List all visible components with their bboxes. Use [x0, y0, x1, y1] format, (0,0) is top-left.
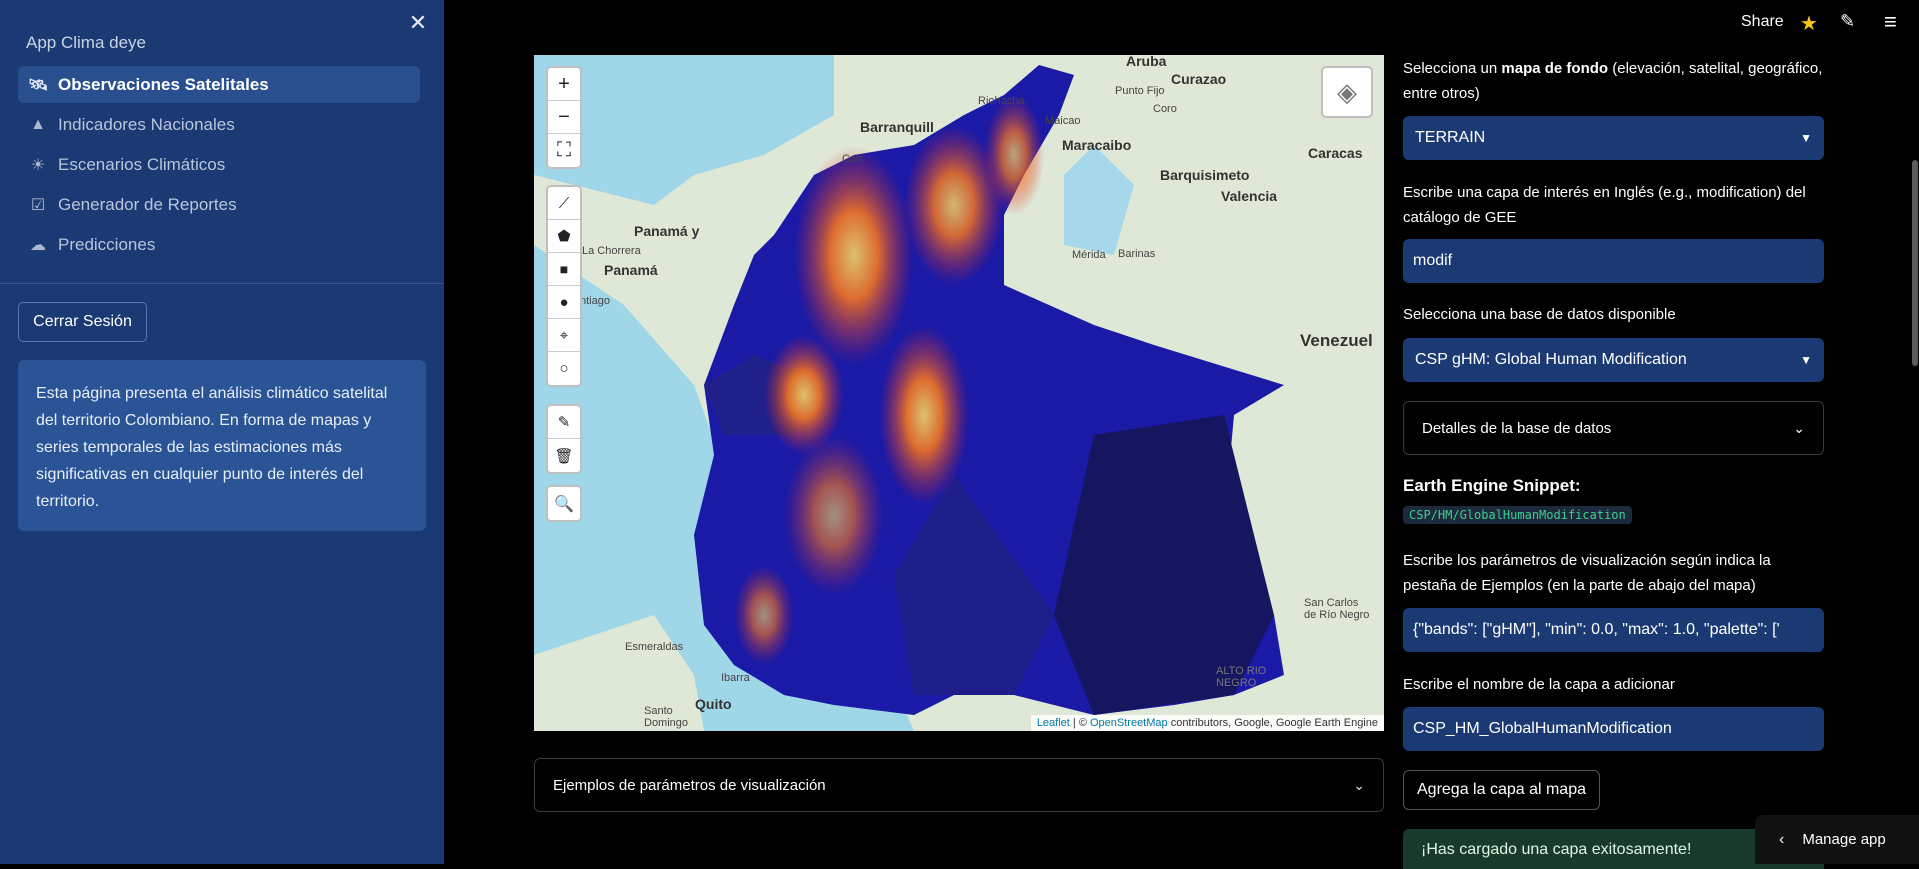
sidebar-item-reportes[interactable]: ☑ Generador de Reportes [18, 186, 420, 223]
chevron-left-icon: ‹ [1779, 830, 1785, 848]
map-canvas [534, 55, 1384, 731]
sidebar-item-observaciones[interactable]: 🛰 Observaciones Satelitales [18, 66, 420, 103]
layer-search-input[interactable]: modif [1403, 239, 1824, 283]
close-icon[interactable]: ✕ [407, 12, 429, 34]
sidebar-item-indicadores[interactable]: ▲ Indicadores Nacionales [18, 106, 420, 143]
map-label: Maracaibo [1062, 137, 1132, 153]
chevron-down-icon: ⌄ [1353, 776, 1365, 793]
fullscreen-icon[interactable]: ⛶ [548, 134, 580, 167]
layer-name-label: Escribe el nombre de la capa a adicionar [1403, 676, 1675, 693]
map-label: Barranquill [860, 119, 934, 135]
zoom-control: + − ⛶ [546, 66, 582, 169]
map-label: Mérida [1072, 249, 1106, 261]
map-attribution: Leaflet | © OpenStreetMap contributors, … [1030, 715, 1384, 731]
map-label: Curazao [1171, 71, 1227, 87]
circle-marker-icon[interactable]: ○ [548, 352, 580, 385]
share-button[interactable]: Share [1741, 13, 1784, 31]
cloud-icon: ☁ [30, 236, 46, 254]
chevron-down-icon: ▼ [1800, 131, 1812, 145]
map-view[interactable]: Aruba Curazao Punto Fijo Riohacha Coro B… [534, 55, 1384, 731]
basemap-select[interactable]: TERRAIN ▼ [1403, 116, 1824, 160]
rectangle-icon[interactable]: ■ [548, 253, 580, 286]
menu-icon[interactable]: ≡ [1884, 9, 1897, 35]
map-label: ALTO RIO NEGRO [1216, 665, 1267, 689]
scrollbar[interactable] [1912, 160, 1918, 366]
snippet-heading: Earth Engine Snippet: [1403, 476, 1581, 495]
map-label: Venezuel [1300, 331, 1373, 350]
map-label: Riohacha [978, 95, 1025, 107]
edit-layers-icon[interactable]: ✎ [548, 406, 580, 439]
sidebar-item-label: Observaciones Satelitales [58, 74, 269, 94]
polyline-icon[interactable]: ⟋ [548, 187, 580, 220]
zoom-in-icon[interactable]: + [548, 68, 580, 101]
map-label: Santo Domingo [644, 705, 689, 729]
map-label: Quito [695, 696, 732, 712]
info-box: Esta página presenta el análisis climáti… [18, 360, 426, 531]
map-label: La Chorrera [582, 245, 641, 257]
map-label: Valencia [1221, 188, 1278, 204]
marker-icon[interactable]: ⌖ [548, 319, 580, 352]
checkbox-icon: ☑ [30, 196, 46, 214]
map-label: Cart [842, 153, 863, 165]
map-label: ntiago [580, 295, 610, 307]
layer-name-input[interactable]: CSP_HM_GlobalHumanModification [1403, 707, 1824, 751]
map-label: Panamá y [634, 223, 700, 239]
sidebar-item-escenarios[interactable]: ☀ Escenarios Climáticos [18, 146, 420, 183]
map-label: San Carlos de Río Negro [1304, 597, 1370, 621]
details-expander[interactable]: Detalles de la base de datos ⌄ [1403, 401, 1824, 455]
map-label: Barinas [1118, 248, 1156, 260]
chevron-down-icon: ⌄ [1793, 419, 1805, 436]
polygon-icon[interactable]: ⬟ [548, 220, 580, 253]
add-layer-button[interactable]: Agrega la capa al mapa [1403, 770, 1600, 810]
dataset-label: Selecciona una base de datos disponible [1403, 306, 1676, 323]
delete-layers-icon[interactable]: 🗑 [548, 439, 580, 472]
map-label: Barquisimeto [1160, 167, 1250, 183]
manage-app-button[interactable]: ‹ Manage app [1755, 815, 1919, 864]
basemap-label: Selecciona un mapa de fondo (elevación, … [1403, 60, 1823, 102]
sidebar-nav: 🛰 Observaciones Satelitales ▲ Indicadore… [18, 66, 420, 266]
sidebar-divider [0, 283, 444, 284]
layer-search-label: Escribe una capa de interés en Inglés (e… [1403, 184, 1806, 226]
map-label: Panamá [604, 262, 658, 278]
logout-button[interactable]: Cerrar Sesión [18, 302, 147, 342]
leaflet-link[interactable]: Leaflet [1037, 717, 1070, 729]
mountain-icon: ▲ [30, 115, 46, 133]
map-label: Ibarra [721, 672, 750, 684]
draw-control: ⟋ ⬟ ■ ● ⌖ ○ [546, 185, 582, 387]
snippet-code: CSP/HM/GlobalHumanModification [1403, 506, 1632, 524]
search-icon[interactable]: 🔍 [548, 487, 580, 520]
vis-params-input[interactable]: {"bands": ["gHM"], "min": 0.0, "max": 1.… [1403, 608, 1824, 652]
edit-control: ✎ 🗑 [546, 404, 582, 474]
sidebar-item-predicciones[interactable]: ☁ Predicciones [18, 226, 420, 263]
app-title: App Clima deye [26, 33, 147, 52]
sidebar-item-label: Indicadores Nacionales [58, 114, 235, 134]
search-control: 🔍 [546, 485, 582, 522]
map-label: Coro [1153, 103, 1177, 115]
map-label: Maicao [1045, 115, 1081, 127]
chevron-down-icon: ▼ [1800, 353, 1812, 367]
vis-params-label: Escribe los parámetros de visualización … [1403, 552, 1771, 594]
circle-icon[interactable]: ● [548, 286, 580, 319]
osm-link[interactable]: OpenStreetMap [1090, 717, 1168, 729]
map-label: Punto Fijo [1115, 85, 1165, 97]
map-label: Esmeraldas [625, 641, 684, 653]
dataset-select[interactable]: CSP gHM: Global Human Modification ▼ [1403, 338, 1824, 382]
examples-expander[interactable]: Ejemplos de parámetros de visualización … [534, 758, 1384, 812]
sidebar: ✕ App Clima deye 🛰 Observaciones Satelit… [0, 0, 444, 864]
zoom-out-icon[interactable]: − [548, 101, 580, 134]
map-label: Caracas [1308, 145, 1363, 161]
sidebar-item-label: Escenarios Climáticos [58, 154, 226, 174]
map-label: Aruba [1126, 55, 1167, 69]
edit-icon[interactable]: ✎ [1840, 11, 1855, 32]
layers-icon[interactable]: ◈ [1321, 66, 1373, 118]
sidebar-item-label: Generador de Reportes [58, 194, 237, 214]
satellite-icon: 🛰 [28, 76, 49, 94]
sidebar-item-label: Predicciones [58, 234, 156, 254]
sun-icon: ☀ [30, 156, 46, 174]
star-icon[interactable]: ★ [1800, 11, 1818, 36]
